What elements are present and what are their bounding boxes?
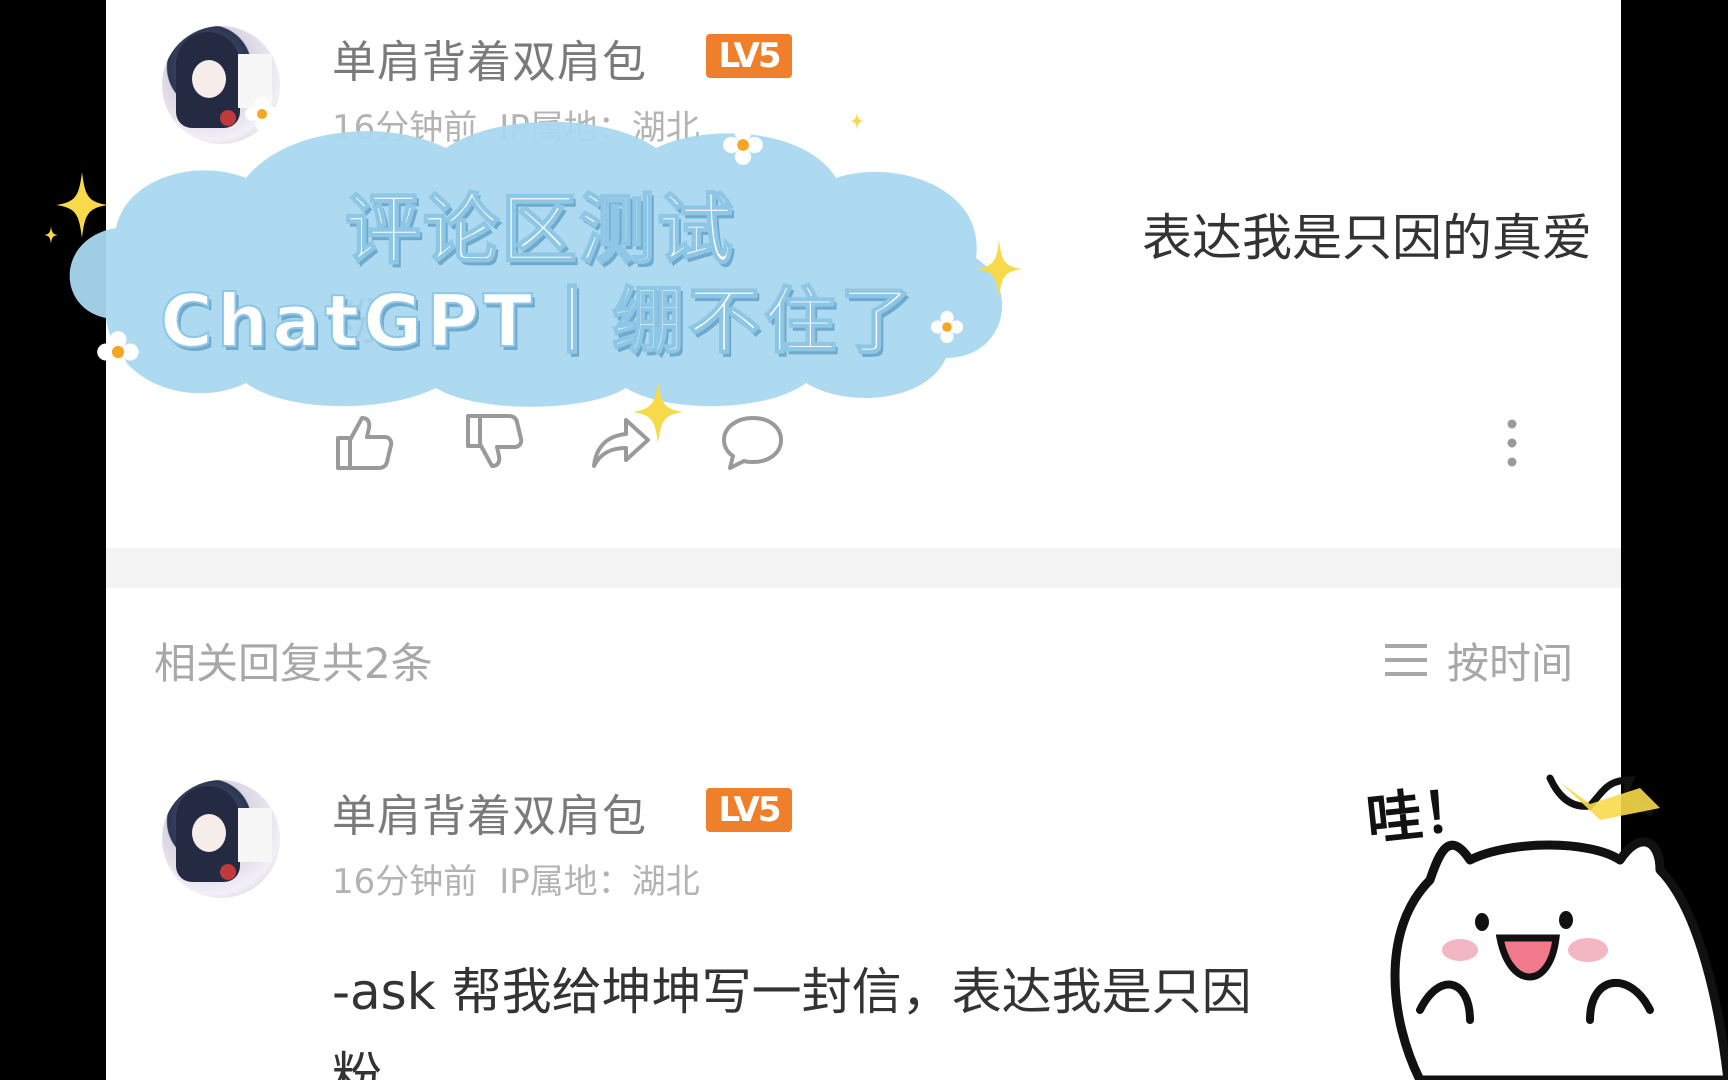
sparkle-icon xyxy=(632,380,684,444)
comment-actions xyxy=(332,410,1522,474)
overlay-title-line2: ChatGPT丨绷不住了 xyxy=(159,278,917,364)
flower-icon xyxy=(723,125,763,165)
sticker-text: 哇！ xyxy=(1363,777,1482,854)
sort-button[interactable]: 按时间 xyxy=(1383,630,1573,690)
flower-icon xyxy=(245,97,279,131)
section-divider xyxy=(106,548,1621,588)
level-badge: LV5 xyxy=(706,788,792,832)
thumbs-down-icon[interactable] xyxy=(462,410,526,474)
comment-text-visible: 表达我是只因的真爱 xyxy=(1142,209,1592,267)
sort-label: 按时间 xyxy=(1446,638,1573,688)
flower-icon xyxy=(97,331,139,373)
comment-text: -ask 帮我给坤坤写一封信，表达我是只因 粉 xyxy=(332,950,1522,1080)
comment-icon[interactable] xyxy=(720,410,786,474)
avatar[interactable] xyxy=(162,780,280,898)
sparkle-icon xyxy=(976,240,1022,298)
level-badge: LV5 xyxy=(706,34,792,78)
sparkle-icon xyxy=(850,112,864,130)
comment-ip: IP属地：湖北 xyxy=(499,862,700,902)
comment-text-line2: 粉 xyxy=(332,1047,382,1080)
comment-time: 16分钟前 xyxy=(332,862,478,902)
thumbs-up-icon[interactable] xyxy=(332,410,396,474)
comment-meta: 16分钟前 IP属地：湖北 xyxy=(332,854,722,903)
username[interactable]: 单肩背着双肩包 xyxy=(332,780,647,844)
flower-icon xyxy=(930,310,964,344)
more-icon[interactable] xyxy=(1502,418,1522,468)
comment-text-line1: -ask 帮我给坤坤写一封信，表达我是只因 xyxy=(332,963,1252,1021)
username[interactable]: 单肩背着双肩包 xyxy=(332,26,647,90)
sparkle-icon xyxy=(44,226,58,244)
sparkle-icon xyxy=(56,172,108,238)
sort-list-icon xyxy=(1384,644,1427,676)
replies-count: 相关回复共2条 xyxy=(154,639,433,688)
replies-header: 相关回复共2条 按时间 xyxy=(106,630,1621,690)
